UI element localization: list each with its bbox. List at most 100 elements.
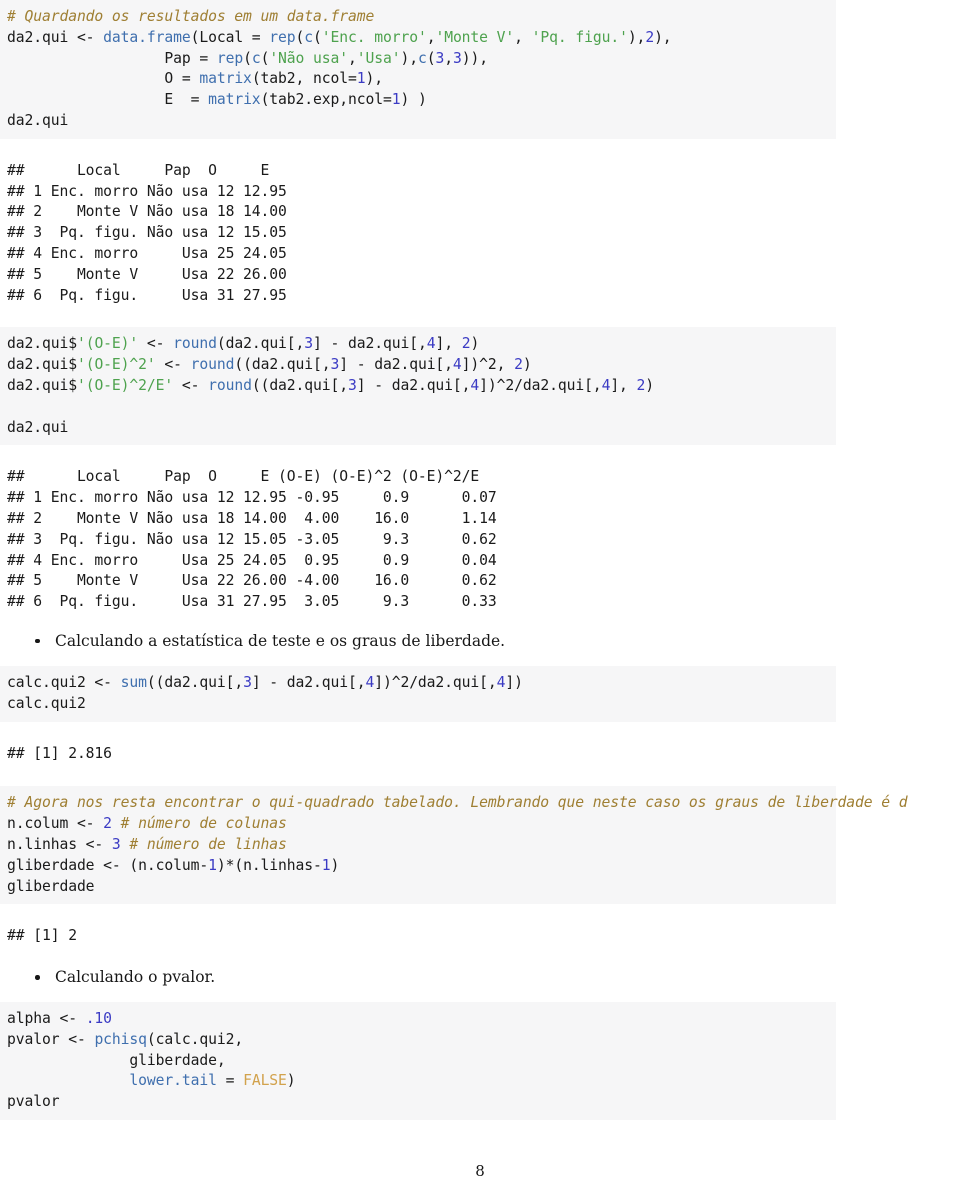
code-token-num: 3 [304, 335, 314, 353]
code-token-plain: (da2.qui[, [216, 335, 305, 353]
code-token-plain: ]) [505, 673, 523, 691]
output-line: ## 5 Monte V Usa 22 26.00 [7, 265, 287, 283]
code-token-num: 3 [243, 673, 252, 691]
code-line: da2.qui [0, 418, 836, 439]
code-token-plain: ] - da2.qui[, [339, 356, 453, 374]
code-token-plain: ((da2.qui[, [234, 356, 331, 374]
code-line: gliberdade, [0, 1051, 836, 1072]
code-token-fn: c [417, 49, 427, 67]
code-token-num: 3 [435, 49, 445, 67]
code-token-plain: O = [7, 70, 200, 88]
code-token-plain: ), [627, 28, 646, 46]
code-token-plain: (calc.qui2, [146, 1030, 244, 1048]
code-token-plain: alpha <- [7, 1010, 86, 1028]
code-line: # Quardando os resultados em um data.fra… [0, 7, 836, 28]
code-token-plain: <- [173, 376, 209, 394]
code-token-plain: <- [138, 335, 174, 353]
page-number: 8 [475, 1162, 485, 1180]
code-token-plain: ] - da2.qui[, [313, 335, 427, 353]
code-token-plain: (tab2.exp,ncol= [260, 91, 392, 109]
code-token-string: 'Não usa' [269, 49, 348, 67]
output-line: ## [1] 2.816 [7, 744, 112, 762]
document-content: # Quardando os resultados em um data.fra… [0, 0, 960, 1121]
code-token-plain: , [348, 49, 357, 67]
gap-3 [0, 445, 960, 467]
code-token-plain: ) [330, 856, 340, 874]
code-token-plain: pvalor [7, 1093, 60, 1111]
code-token-plain: ], [610, 376, 637, 394]
code-token-plain: ) ) [400, 91, 427, 109]
code-token-num: 3 [111, 835, 121, 853]
code-token-plain: ( [295, 28, 305, 46]
code-token-plain: n.linhas <- [7, 835, 112, 853]
code-token-string: '(O-E)^2/E' [76, 376, 174, 394]
output-gliberdade: ## [1] 2 [0, 926, 960, 948]
code-token-num: 3 [330, 356, 340, 374]
code-token-comment: # Agora nos resta encontrar o qui-quadra… [7, 794, 908, 812]
code-token-plain: ) [286, 1072, 296, 1090]
output-line: ## 4 Enc. morro Usa 25 24.05 [7, 244, 287, 262]
code-token-plain: ( [243, 49, 252, 67]
code-token-plain: ) [470, 335, 480, 353]
code-token-plain: (tab2, ncol= [251, 70, 357, 88]
code-line: pvalor <- pchisq(calc.qui2, [0, 1030, 836, 1051]
code-token-fn: c [304, 28, 314, 46]
output-line: ## 1 Enc. morro Não usa 12 12.95 -0.95 0… [7, 489, 497, 507]
gap-8 [0, 904, 960, 926]
code-token-fn: lower.tail [129, 1072, 217, 1090]
code-line: gliberdade <- (n.colum-1)*(n.linhas-1) [0, 856, 836, 877]
output-dataframe-full: ## Local Pap O E (O-E) (O-E)^2 (O-E)^2/E… [0, 467, 960, 613]
code-token-plain: (Local = [190, 28, 270, 46]
output-line: ## [1] 2 [7, 927, 77, 945]
output-calc-qui2: ## [1] 2.816 [0, 743, 960, 765]
code-token-string: '(O-E)^2' [76, 356, 156, 374]
output-line: ## 6 Pq. figu. Usa 31 27.95 3.05 9.3 0.3… [7, 593, 497, 611]
code-token-plain: , [514, 28, 532, 46]
code-line: gliberdade [0, 877, 836, 898]
output-line: ## 2 Monte V Não usa 18 14.00 4.00 16.0 … [7, 509, 497, 527]
code-token-plain: = [216, 1072, 244, 1090]
code-token-num: 4 [601, 376, 611, 394]
code-token-plain: da2.qui [7, 418, 69, 436]
gap-1 [0, 139, 960, 161]
code-token-fn: c [251, 49, 261, 67]
code-token-string: 'Pq. figu.' [531, 28, 628, 46]
output-line: ## Local Pap O E (O-E) (O-E)^2 (O-E)^2/E [7, 468, 480, 486]
code-token-plain: ])^2/da2.qui[, [479, 376, 602, 394]
code-line: da2.qui$'(O-E)' <- round(da2.qui[,3] - d… [0, 334, 836, 355]
code-token-plain: E = [7, 91, 209, 109]
code-token-plain: ) [645, 376, 655, 394]
code-token-plain: ] - da2.qui[, [251, 673, 366, 691]
code-block-dataframe: # Quardando os resultados em um data.fra… [0, 0, 836, 139]
gap-4 [0, 613, 960, 630]
code-token-plain: gliberdade <- (n.colum- [7, 856, 209, 874]
code-token-plain: ) [522, 356, 532, 374]
gap-5 [0, 652, 960, 666]
code-token-plain: <- [155, 356, 191, 374]
code-token-plain: da2.qui$ [7, 376, 77, 394]
code-token-num: 2 [636, 376, 646, 394]
code-token-num: 2 [645, 28, 655, 46]
code-token-plain: ), [654, 28, 672, 46]
code-line: # Agora nos resta encontrar o qui-quadra… [0, 793, 908, 814]
code-token-plain: n.colum <- [7, 815, 104, 833]
code-token-fn: rep [269, 28, 296, 46]
code-token-plain: da2.qui [7, 111, 69, 129]
code-token-comment: # número de colunas [120, 815, 287, 833]
code-line: da2.qui$'(O-E)^2/E' <- round((da2.qui[,3… [0, 376, 836, 397]
output-line: ## 2 Monte V Não usa 18 14.00 [7, 203, 287, 221]
code-token-num: 2 [514, 356, 523, 374]
code-token-plain: ] - da2.qui[, [356, 376, 471, 394]
code-token-plain: calc.qui2 <- [7, 673, 121, 691]
code-token-num: 3 [348, 376, 357, 394]
code-block-residuals: da2.qui$'(O-E)' <- round(da2.qui[,3] - d… [0, 327, 836, 446]
code-line: E = matrix(tab2.exp,ncol=1) ) [0, 90, 836, 111]
code-token-plain: ), [365, 70, 383, 88]
code-line: alpha <- .10 [0, 1009, 836, 1030]
code-block-gliberdade: # Agora nos resta encontrar o qui-quadra… [0, 786, 908, 905]
code-line: O = matrix(tab2, ncol=1), [0, 69, 836, 90]
code-token-fn: rep [216, 49, 244, 67]
code-token-plain: da2.qui <- [7, 28, 104, 46]
